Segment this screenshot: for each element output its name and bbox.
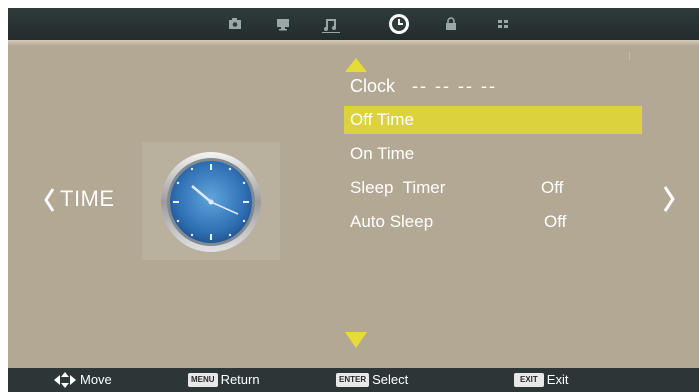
lock-icon[interactable] — [440, 14, 462, 34]
menu-item-value: Off — [544, 212, 567, 231]
scroll-down-arrow-icon[interactable] — [345, 332, 367, 348]
help-bar: Move MENU Return ENTER Select EXIT Exit — [8, 368, 699, 392]
hint-label: Move — [80, 372, 112, 387]
grid-icon[interactable] — [492, 14, 514, 34]
hint-exit: EXIT Exit — [514, 372, 568, 388]
hint-label: Select — [372, 372, 409, 387]
menu-item-clock[interactable]: Clock -- -- -- -- — [344, 72, 642, 100]
next-page-arrow-icon[interactable] — [661, 184, 677, 214]
clock-value: -- -- -- -- — [412, 76, 497, 96]
panel-divider — [8, 40, 699, 46]
menu-item-auto-sleep[interactable]: Auto Sleep Off — [344, 208, 642, 236]
direction-pad-icon — [54, 372, 76, 388]
scroll-up-arrow-icon[interactable] — [345, 58, 367, 72]
menu-key-icon: MENU — [188, 373, 218, 387]
menu-panel: TIME Clock -- -- -- -- Off Time On Time … — [8, 40, 699, 368]
menu-item-label: Off Time — [350, 110, 414, 129]
music-note-icon[interactable] — [320, 14, 342, 34]
previous-page-arrow-icon[interactable] — [42, 186, 56, 214]
hint-label: Exit — [546, 372, 569, 387]
top-tab-bar — [8, 8, 699, 40]
menu-item-label: Auto Sleep — [350, 212, 434, 231]
hint-label: Return — [220, 372, 260, 387]
menu-item-label: On Time — [350, 144, 415, 163]
hint-return: MENU Return — [188, 372, 260, 388]
hint-select: ENTER Select — [336, 372, 408, 388]
enter-key-icon: ENTER — [336, 373, 370, 387]
divider — [629, 52, 633, 60]
section-title: TIME — [60, 186, 115, 211]
menu-item-label: Clock — [350, 76, 396, 96]
menu-item-value: Off — [541, 178, 564, 197]
hint-move: Move — [54, 372, 112, 388]
exit-key-icon: EXIT — [514, 373, 544, 387]
monitor-icon[interactable] — [272, 14, 294, 34]
menu-item-sleep-timer[interactable]: Sleep Timer Off — [344, 174, 642, 202]
picture-icon[interactable] — [224, 14, 246, 34]
clock-icon[interactable] — [386, 11, 412, 37]
menu-item-on-time[interactable]: On Time — [344, 140, 642, 168]
clock-illustration — [142, 142, 280, 260]
menu-item-off-time[interactable]: Off Time — [344, 106, 642, 134]
menu-item-label: Sleep Timer — [350, 178, 446, 197]
